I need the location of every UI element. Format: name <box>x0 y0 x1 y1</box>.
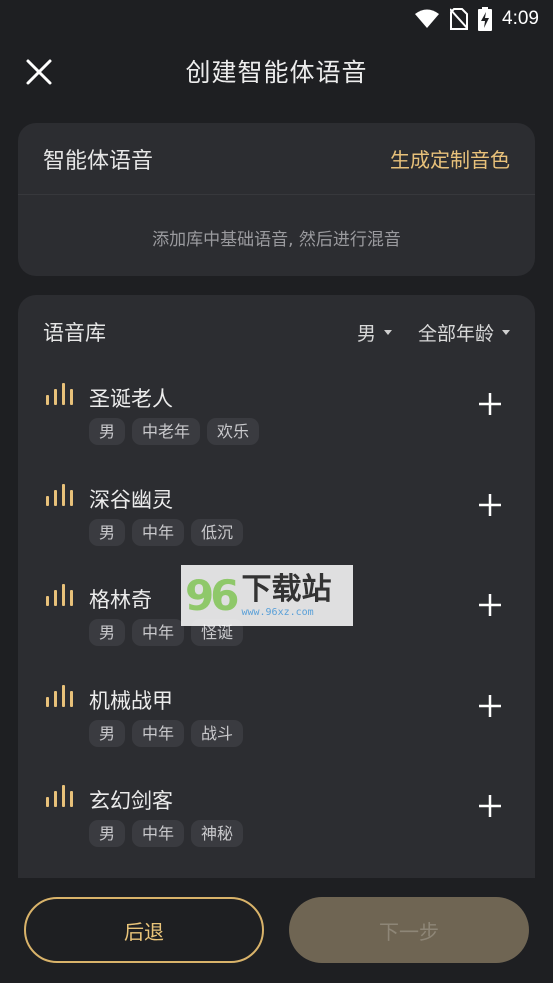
caret-down-icon <box>383 329 392 335</box>
voice-tag: 男 <box>89 820 126 847</box>
voice-tag: 男 <box>89 619 126 646</box>
watermark-text: 下载站 www.96xz.com <box>241 572 332 619</box>
add-voice-icon[interactable] <box>475 389 505 419</box>
voice-tag: 男 <box>89 418 126 445</box>
voice-name: 机械战甲 <box>89 688 173 713</box>
close-icon <box>26 59 52 85</box>
watermark-title: 下载站 <box>241 572 332 607</box>
voice-tags: 男 中年 神秘 <box>89 820 244 847</box>
voice-tag: 男 <box>89 719 126 747</box>
add-voice-icon[interactable] <box>475 590 505 620</box>
voice-tag: 中年 <box>132 619 185 646</box>
agent-voice-card: 智能体语音 生成定制音色 添加库中基础语音, 然后进行混音 <box>18 123 535 276</box>
add-voice-icon[interactable] <box>475 791 505 821</box>
generate-custom-voice-link[interactable]: 生成定制音色 <box>390 144 510 173</box>
next-step-button[interactable]: 下一步 <box>289 897 529 963</box>
watermark-logo: 96 <box>185 571 239 620</box>
voice-tags: 男 中年 低沉 <box>89 518 244 546</box>
top-bar: 创建智能体语音 <box>0 42 553 100</box>
page-title: 创建智能体语音 <box>185 58 368 87</box>
watermark: 96 下载站 www.96xz.com <box>181 565 353 626</box>
voice-tag: 战斗 <box>191 719 244 747</box>
audio-bars-icon <box>46 785 73 807</box>
voice-name: 深谷幽灵 <box>89 487 173 512</box>
age-filter-label: 全部年龄 <box>417 322 494 345</box>
agent-voice-header: 智能体语音 生成定制音色 <box>18 123 535 195</box>
caret-down-icon <box>502 329 510 335</box>
voice-tag: 低沉 <box>191 518 244 546</box>
status-bar: 4:09 <box>0 0 553 38</box>
voice-list-item[interactable]: 深谷幽灵 男 中年 低沉 <box>18 470 535 571</box>
voice-tag: 中年 <box>132 518 185 546</box>
voice-name: 玄幻剑客 <box>89 789 173 813</box>
add-voice-icon[interactable] <box>475 490 505 520</box>
back-button[interactable]: 后退 <box>24 897 264 963</box>
voice-tag: 欢乐 <box>207 418 260 445</box>
voice-tag: 中年 <box>132 719 185 747</box>
gender-filter-label: 男 <box>356 322 376 345</box>
no-sim-icon <box>450 8 469 30</box>
voice-tag: 中年 <box>132 820 185 847</box>
voice-tag: 神秘 <box>191 820 244 847</box>
wifi-icon <box>415 9 440 28</box>
audio-bars-icon <box>46 483 73 506</box>
voice-list-item[interactable]: 玄幻剑客 男 中年 神秘 <box>18 771 535 872</box>
voice-library-title: 语音库 <box>43 321 106 345</box>
voice-name: 格林奇 <box>89 588 152 612</box>
status-time: 4:09 <box>502 8 539 29</box>
audio-bars-icon <box>46 383 73 405</box>
voice-list-item[interactable]: 圣诞老人 男 中老年 欢乐 <box>18 369 535 470</box>
add-voice-icon[interactable] <box>475 691 505 721</box>
voice-tags: 男 中老年 欢乐 <box>89 418 260 445</box>
library-filters: 男 全部年龄 <box>357 319 510 346</box>
gender-filter-dropdown[interactable]: 男 <box>357 319 392 346</box>
audio-bars-icon <box>46 584 73 606</box>
bottom-bar: 后退 下一步 <box>0 878 553 983</box>
age-filter-dropdown[interactable]: 全部年龄 <box>418 319 510 346</box>
voice-library-header: 语音库 男 全部年龄 <box>18 295 535 369</box>
close-button[interactable] <box>22 55 56 89</box>
voice-name: 圣诞老人 <box>89 387 173 411</box>
voice-tags: 男 中年 战斗 <box>89 719 244 747</box>
watermark-url: www.96xz.com <box>241 607 314 618</box>
voice-list-item[interactable]: 机械战甲 男 中年 战斗 <box>18 671 535 772</box>
agent-voice-title: 智能体语音 <box>43 148 154 174</box>
audio-bars-icon <box>46 684 73 707</box>
battery-charging-icon <box>478 7 493 31</box>
agent-voice-hint: 添加库中基础语音, 然后进行混音 <box>152 230 401 250</box>
voice-tag: 中老年 <box>132 418 201 445</box>
voice-tag: 男 <box>89 518 126 546</box>
